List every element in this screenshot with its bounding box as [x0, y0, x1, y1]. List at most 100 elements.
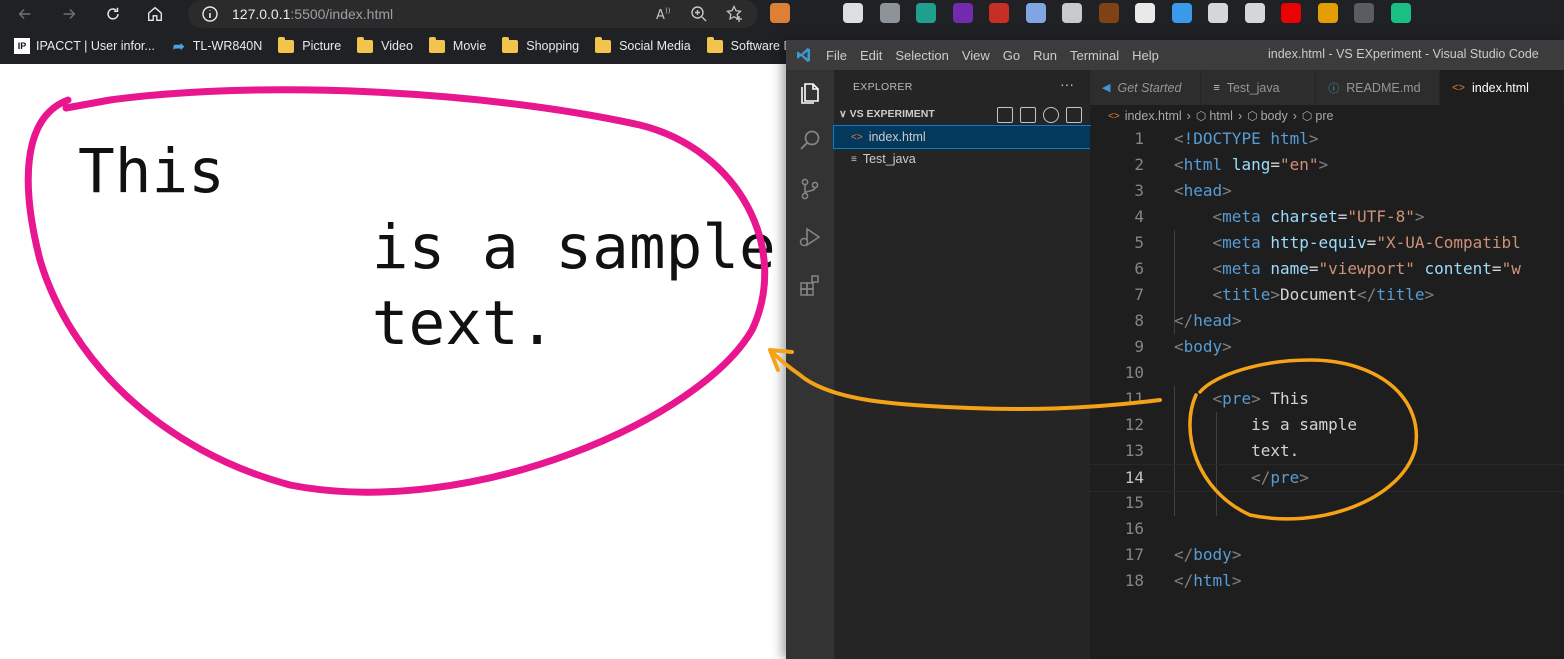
code-line[interactable]: 6 <meta name="viewport" content="w: [1090, 256, 1564, 282]
browser-extension-icon[interactable]: [1025, 3, 1046, 23]
menu-terminal[interactable]: Terminal: [1070, 48, 1119, 63]
refresh-button[interactable]: [102, 3, 124, 25]
workspace-folder-header[interactable]: ∨ VS EXPERIMENT: [839, 108, 935, 120]
menu-run[interactable]: Run: [1033, 48, 1057, 63]
url-host: 127.0.0.1: [232, 6, 291, 22]
tplink-icon: ➦: [172, 37, 185, 54]
bookmark-folder-video[interactable]: Video: [357, 36, 413, 53]
forward-button[interactable]: [58, 3, 80, 25]
breadcrumb-item[interactable]: body: [1261, 109, 1288, 123]
line-number: 18: [1124, 571, 1144, 590]
line-number: 13: [1124, 441, 1144, 460]
collapse-all-icon[interactable]: [1066, 107, 1082, 123]
browser-extension-icon[interactable]: [1281, 3, 1301, 23]
code-line[interactable]: 18 </html>: [1090, 568, 1564, 594]
new-folder-icon[interactable]: [1020, 107, 1036, 123]
code-text: </html>: [1174, 571, 1242, 590]
chevron-right-icon: ›: [1186, 109, 1191, 123]
bookmark-folder-picture[interactable]: Picture: [278, 36, 341, 53]
line-number: 14: [1124, 468, 1144, 487]
code-line[interactable]: 2 <html lang="en">: [1090, 152, 1564, 178]
menu-help[interactable]: Help: [1132, 48, 1159, 63]
browser-extension-icon[interactable]: [1244, 3, 1265, 23]
run-debug-activity-button[interactable]: [797, 224, 823, 250]
vscode-window: File Edit Selection View Go Run Terminal…: [786, 40, 1564, 659]
browser-extension-icon[interactable]: [1354, 3, 1374, 23]
address-bar[interactable]: 127.0.0.1:5500/index.html A)): [188, 0, 758, 28]
code-line[interactable]: 15: [1090, 490, 1564, 516]
code-line[interactable]: 16: [1090, 516, 1564, 542]
browser-extension-icon[interactable]: [916, 3, 936, 23]
tab-get-started[interactable]: ◀ Get Started: [1090, 70, 1202, 105]
menu-view[interactable]: View: [962, 48, 990, 63]
read-aloud-icon[interactable]: A)): [655, 5, 673, 23]
file-name: Test_java: [862, 152, 916, 166]
breadcrumb-item[interactable]: html: [1209, 109, 1233, 123]
search-activity-button[interactable]: [797, 128, 823, 154]
browser-extension-icon[interactable]: [1390, 3, 1411, 23]
file-item-index-html[interactable]: <> index.html: [833, 125, 1091, 149]
extensions-activity-button[interactable]: [797, 272, 823, 298]
code-line[interactable]: 10: [1090, 360, 1564, 386]
code-line[interactable]: 17 </body>: [1090, 542, 1564, 568]
menu-file[interactable]: File: [826, 48, 847, 63]
code-editor[interactable]: 1 <!DOCTYPE html> 2 <html lang="en"> 3 <head>…: [1090, 126, 1564, 659]
home-button[interactable]: [144, 3, 166, 25]
browser-extension-icon[interactable]: [1135, 3, 1155, 23]
site-info-icon[interactable]: [202, 6, 218, 22]
browser-extension-icon[interactable]: [1098, 3, 1119, 23]
code-line[interactable]: 9 <body>: [1090, 334, 1564, 360]
refresh-explorer-icon[interactable]: [1043, 107, 1059, 123]
browser-extension-icon[interactable]: [807, 3, 827, 23]
code-line[interactable]: 14 </pre>: [1090, 464, 1564, 492]
more-actions-icon[interactable]: ···: [1060, 76, 1074, 92]
menu-selection[interactable]: Selection: [895, 48, 948, 63]
code-line[interactable]: 1 <!DOCTYPE html>: [1090, 126, 1564, 152]
folder-icon: [595, 36, 612, 53]
tab-test-java[interactable]: ≡ Test_java: [1201, 70, 1317, 105]
symbol-cube-icon: ⬡: [1301, 109, 1313, 123]
browser-extension-icon[interactable]: [770, 3, 790, 23]
favorite-star-icon[interactable]: [726, 5, 744, 23]
tab-readme[interactable]: ⓘ README.md: [1316, 70, 1441, 105]
line-number: 10: [1124, 363, 1144, 382]
menu-go[interactable]: Go: [1003, 48, 1020, 63]
browser-extension-icon[interactable]: [1317, 3, 1338, 23]
breadcrumb-item[interactable]: index.html: [1125, 109, 1182, 123]
code-line[interactable]: 11 <pre> This: [1090, 386, 1564, 412]
zoom-icon[interactable]: [690, 5, 708, 23]
file-item-test-java[interactable]: ≡ Test_java: [834, 148, 1090, 170]
bookmark-tplink[interactable]: ➦ TL-WR840N: [171, 38, 262, 54]
browser-extension-icon[interactable]: [879, 3, 900, 23]
new-file-icon[interactable]: [997, 107, 1013, 123]
svg-text:)): )): [665, 7, 671, 15]
browser-extension-icon[interactable]: [843, 3, 863, 23]
code-line[interactable]: 5 <meta http-equiv="X-UA-Compatibl: [1090, 230, 1564, 256]
browser-extension-icon[interactable]: [952, 3, 973, 23]
code-line[interactable]: 13 text.: [1090, 438, 1564, 464]
back-button[interactable]: [14, 3, 36, 25]
folder-icon: [357, 36, 374, 53]
code-line[interactable]: 12 is a sample: [1090, 412, 1564, 438]
pre-line: is a sample: [78, 212, 776, 283]
tab-index-html[interactable]: <> index.html: [1440, 70, 1564, 105]
breadcrumb-item[interactable]: pre: [1315, 109, 1333, 123]
code-line[interactable]: 7 <title>Document</title>: [1090, 282, 1564, 308]
code-line[interactable]: 8 </head>: [1090, 308, 1564, 334]
bookmark-folder-shopping[interactable]: Shopping: [502, 36, 579, 53]
explorer-toolbar: [997, 107, 1089, 123]
browser-extension-icon[interactable]: [1171, 3, 1192, 23]
explorer-activity-button[interactable]: [797, 80, 823, 106]
refresh-icon: [107, 7, 119, 20]
bookmark-ipacct[interactable]: IP IPACCT | User infor...: [14, 38, 155, 54]
code-line[interactable]: 3 <head>: [1090, 178, 1564, 204]
url-text[interactable]: 127.0.0.1:5500/index.html: [232, 6, 393, 22]
code-line[interactable]: 4 <meta charset="UTF-8">: [1090, 204, 1564, 230]
bookmark-folder-social-media[interactable]: Social Media: [595, 36, 691, 53]
source-control-activity-button[interactable]: [797, 176, 823, 202]
browser-extension-icon[interactable]: [1208, 3, 1228, 23]
bookmark-folder-movie[interactable]: Movie: [428, 36, 486, 53]
menu-edit[interactable]: Edit: [860, 48, 882, 63]
browser-extension-icon[interactable]: [1062, 3, 1082, 23]
browser-extension-icon[interactable]: [989, 3, 1009, 23]
